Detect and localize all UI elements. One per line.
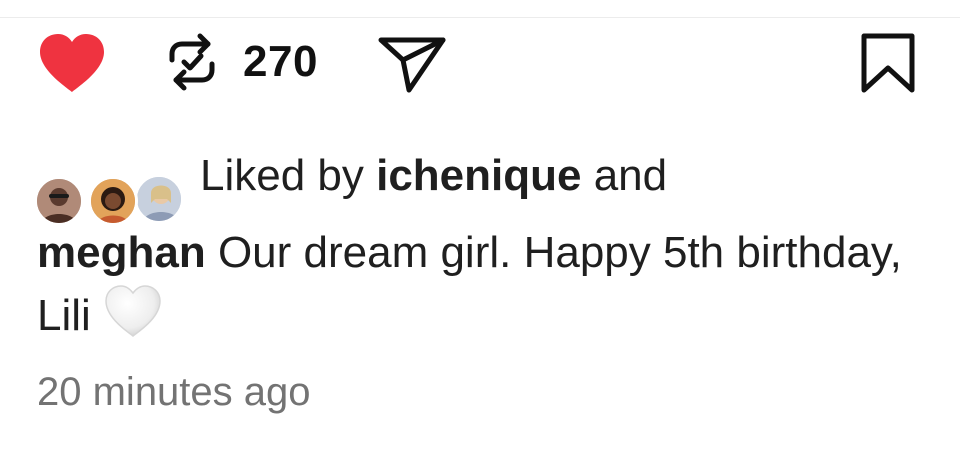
liked-by-prefix: Liked by xyxy=(200,151,377,200)
white-heart-icon xyxy=(103,284,163,340)
post-caption: meghan Our dream girl. Happy 5th birthda… xyxy=(37,222,937,347)
avatar-image xyxy=(37,179,81,223)
repost-button[interactable] xyxy=(160,30,224,94)
save-button[interactable] xyxy=(860,32,916,94)
liked-by-text: Liked by ichenique and xyxy=(200,148,667,204)
like-button[interactable] xyxy=(36,32,108,96)
top-divider xyxy=(0,17,960,18)
bookmark-icon xyxy=(861,33,915,93)
post-timestamp: 20 minutes ago xyxy=(37,370,311,414)
liker-avatar[interactable] xyxy=(134,174,184,224)
liker-avatar[interactable] xyxy=(88,176,138,226)
liker-avatar[interactable] xyxy=(34,176,84,226)
liker-username[interactable]: ichenique xyxy=(376,151,581,200)
action-bar: 270 xyxy=(0,24,960,104)
send-icon xyxy=(378,37,446,93)
repost-icon xyxy=(169,33,215,91)
avatar-image xyxy=(91,179,135,223)
liked-by-suffix: and xyxy=(581,151,668,200)
likes-row: Liked by ichenique and xyxy=(0,140,960,226)
heart-filled-icon xyxy=(40,34,104,92)
repost-count: 270 xyxy=(243,37,318,86)
share-button[interactable] xyxy=(377,34,447,94)
author-username[interactable]: meghan xyxy=(37,228,206,277)
avatar-image xyxy=(137,177,181,221)
